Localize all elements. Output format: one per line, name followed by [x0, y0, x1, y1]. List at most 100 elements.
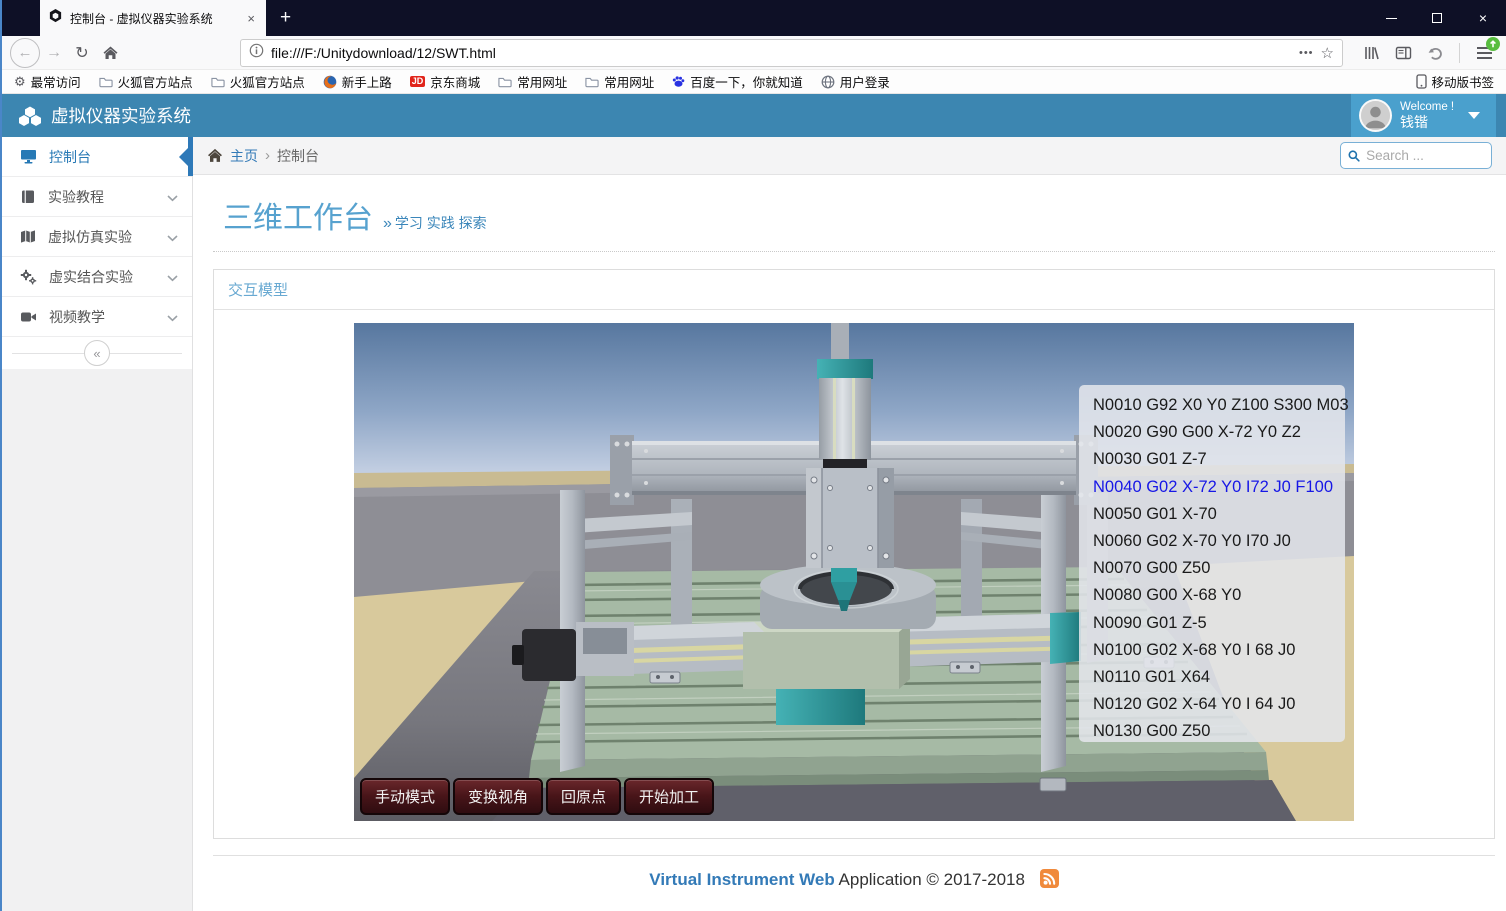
search-box[interactable]	[1340, 142, 1492, 169]
window-controls: ×	[1368, 0, 1506, 36]
bookmark-folder[interactable]: 火狐官方站点	[99, 72, 193, 91]
gcode-line: N0130 G00 Z50	[1093, 718, 1345, 745]
browser-window: 控制台 - 虚拟仪器实验系统 × + × ← → ↻ ••• ☆	[0, 0, 1506, 911]
breadcrumb-home-link[interactable]: 主页	[230, 146, 258, 166]
close-button[interactable]: ×	[1460, 0, 1506, 36]
url-input[interactable]	[271, 45, 1292, 61]
refresh-button[interactable]: ↻	[68, 39, 96, 67]
search-icon	[1348, 149, 1360, 163]
page-info-icon[interactable]	[249, 43, 264, 63]
url-bar[interactable]: ••• ☆	[240, 39, 1343, 67]
folder-icon	[585, 76, 599, 88]
gcode-line: N0120 G02 X-64 Y0 I 64 J0	[1093, 691, 1345, 718]
library-button[interactable]	[1357, 39, 1385, 67]
search-input[interactable]	[1366, 148, 1484, 163]
unity-3d-viewport[interactable]: N0010 G92 X0 Y0 Z100 S300 M03 N0020 G90 …	[354, 323, 1354, 821]
mobile-bookmarks[interactable]: 移动版书签	[1416, 72, 1494, 91]
home-icon[interactable]	[207, 148, 223, 163]
page-actions-icon[interactable]: •••	[1299, 47, 1314, 59]
folder-icon	[99, 76, 113, 88]
sidebar-collapse-row: «	[2, 337, 192, 369]
sidebars-button[interactable]	[1389, 39, 1417, 67]
menu-button[interactable]	[1470, 39, 1498, 67]
user-menu[interactable]: Welcome ! 钱锴	[1351, 94, 1496, 137]
sidebar-collapse-button[interactable]: «	[84, 340, 110, 366]
tab-close-icon[interactable]: ×	[244, 11, 258, 26]
footer-brand-link[interactable]: Virtual Instrument Web	[649, 870, 834, 889]
chevron-down-icon	[167, 309, 178, 325]
subtitle-marker: »	[383, 215, 392, 232]
unity-favicon	[48, 8, 63, 28]
page-subtitle: »学习 实践 探索	[383, 213, 487, 233]
sidebar-item-tutorials[interactable]: 实验教程	[2, 177, 192, 217]
forward-button[interactable]: →	[40, 39, 68, 67]
gcode-line: N0070 G00 Z50	[1093, 555, 1345, 582]
user-text: Welcome ! 钱锴	[1400, 100, 1454, 132]
bookmark-item[interactable]: ⚙ 最常访问	[14, 72, 81, 91]
title-separator	[213, 251, 1495, 252]
nav-toolbar: ← → ↻ ••• ☆	[2, 36, 1506, 70]
cubes-icon	[18, 105, 42, 127]
browser-tab[interactable]: 控制台 - 虚拟仪器实验系统 ×	[40, 0, 266, 36]
chevron-down-icon	[167, 269, 178, 285]
minimize-button[interactable]	[1368, 0, 1414, 36]
gcode-line: N0010 G92 X0 Y0 Z100 S300 M03	[1093, 392, 1345, 419]
breadcrumb-separator: ›	[265, 147, 270, 164]
book-icon	[20, 189, 36, 205]
app-brand[interactable]: 虚拟仪器实验系统	[18, 103, 191, 128]
sidebar-item-virtual-simulation[interactable]: 虚拟仿真实验	[2, 217, 192, 257]
tab-title: 控制台 - 虚拟仪器实验系统	[70, 10, 237, 27]
sidebar-item-console[interactable]: 控制台	[2, 137, 192, 177]
rss-icon[interactable]	[1040, 869, 1059, 893]
bookmark-folder[interactable]: 常用网址	[498, 72, 567, 91]
bookmark-item[interactable]: 用户登录	[821, 72, 890, 91]
jd-icon: JD	[410, 76, 426, 87]
gcode-line: N0050 G01 X-70	[1093, 501, 1345, 528]
undo-closed-tab-button[interactable]	[1421, 39, 1449, 67]
toolbar-right	[1357, 39, 1498, 67]
firefox-icon	[323, 75, 337, 89]
app-title: 虚拟仪器实验系统	[51, 103, 191, 128]
sidebar-item-video[interactable]: 视频教学	[2, 297, 192, 337]
avatar	[1359, 99, 1392, 132]
gcode-line: N0100 G02 X-68 Y0 I 68 J0	[1093, 637, 1345, 664]
start-machining-button[interactable]: 开始加工	[624, 778, 714, 815]
gcode-line: N0080 G00 X-68 Y0	[1093, 582, 1345, 609]
back-button[interactable]: ←	[10, 38, 40, 68]
gcode-line: N0090 G01 Z-5	[1093, 610, 1345, 637]
active-item-marker	[188, 137, 193, 176]
panel-title: 交互模型	[214, 270, 1494, 310]
bookmark-folder[interactable]: 火狐官方站点	[211, 72, 305, 91]
home-icon	[102, 45, 119, 61]
library-icon	[1363, 45, 1380, 61]
sidebar-item-virtual-real[interactable]: 虚实结合实验	[2, 257, 192, 297]
bookmark-item[interactable]: 新手上路	[323, 72, 392, 91]
sidebar-fill	[2, 369, 192, 911]
folder-icon	[498, 76, 512, 88]
footer-text: Application © 2017-2018	[835, 870, 1025, 889]
page-content: 三维工作台 »学习 实践 探索 交互模型	[193, 175, 1506, 911]
maximize-icon	[1432, 13, 1442, 23]
gcode-line: N0110 G01 X64	[1093, 664, 1345, 691]
new-tab-button[interactable]: +	[266, 0, 305, 36]
home-button[interactable]	[96, 39, 124, 67]
return-origin-button[interactable]: 回原点	[546, 778, 621, 815]
manual-mode-button[interactable]: 手动模式	[360, 778, 450, 815]
app-header: 虚拟仪器实验系统 Welcome ! 钱锴	[2, 94, 1506, 137]
bookmark-star-icon[interactable]: ☆	[1321, 44, 1334, 62]
maximize-button[interactable]	[1414, 0, 1460, 36]
bookmark-item[interactable]: JD 京东商城	[410, 72, 481, 91]
welcome-label: Welcome !	[1400, 100, 1454, 114]
change-view-button[interactable]: 变换视角	[453, 778, 543, 815]
toolbar-divider	[1459, 43, 1460, 63]
gcode-line: N0060 G02 X-70 Y0 I70 J0	[1093, 528, 1345, 555]
globe-icon	[821, 75, 835, 89]
update-badge-icon	[1486, 37, 1500, 51]
gcode-line: N0020 G90 G00 X-72 Y0 Z2	[1093, 419, 1345, 446]
minimize-icon	[1386, 18, 1397, 19]
bookmark-item[interactable]: 百度一下，你就知道	[672, 72, 803, 91]
bookmark-folder[interactable]: 常用网址	[585, 72, 654, 91]
baidu-paw-icon	[672, 75, 685, 88]
breadcrumb-current: 控制台	[277, 146, 319, 166]
sidebar: 控制台 实验教程 虚拟仿真实验 虚实结合实验 视频教学	[2, 137, 193, 911]
